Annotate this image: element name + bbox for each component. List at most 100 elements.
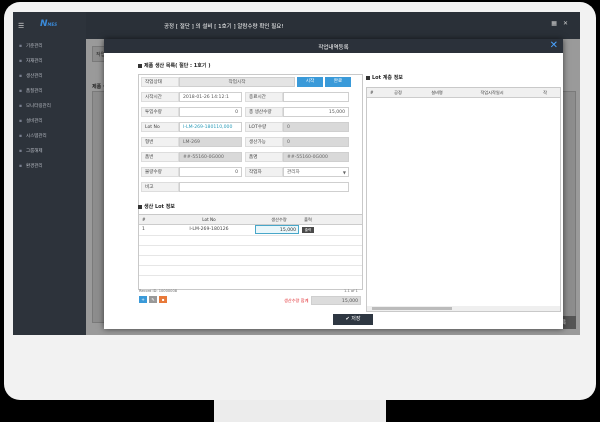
section-marker-icon bbox=[366, 75, 370, 80]
scroll-thumb[interactable] bbox=[372, 307, 452, 310]
sidebar-item-9[interactable]: ▪ 환경관리 bbox=[19, 163, 43, 169]
defect-field[interactable]: 0 bbox=[179, 167, 242, 177]
modal-title: 작업내역등록 bbox=[318, 45, 349, 51]
modal-header: 작업내역등록 ✕ bbox=[104, 39, 563, 53]
row-divider bbox=[139, 255, 362, 256]
col-equipment: 설비명 bbox=[431, 90, 443, 95]
menu-item-icon: ▪ bbox=[19, 59, 23, 64]
product-form: 작업상태 작업시작 시작 완료 시작시간 2018-01-26 14:12:1 … bbox=[138, 74, 363, 224]
start-time-field[interactable]: 2018-01-26 14:12:1 bbox=[179, 92, 242, 102]
worker-label: 작업자 bbox=[245, 167, 283, 177]
producible-label: 생산가능 bbox=[245, 137, 283, 147]
start-time-label: 시작시간 bbox=[141, 92, 179, 102]
edit-icon[interactable]: ✎ bbox=[149, 296, 157, 303]
item2-label: 품명 bbox=[245, 152, 283, 162]
producible-field: 0 bbox=[283, 137, 349, 147]
total-qty-field[interactable]: 15,000 bbox=[283, 107, 349, 117]
col-more: 작 bbox=[543, 90, 547, 95]
status-label: 작업상태 bbox=[141, 77, 179, 87]
chevron-down-icon: ▼ bbox=[342, 170, 346, 175]
right-table-header: # 공정 설비명 작업시작일시 작 bbox=[367, 88, 560, 98]
close-icon[interactable]: ✕ bbox=[563, 20, 574, 27]
menu-item-icon: ▪ bbox=[19, 134, 23, 139]
col-process: 공정 bbox=[394, 90, 402, 95]
col-no: # bbox=[142, 217, 146, 222]
section-lot-title: 생산 Lot 정보 bbox=[138, 203, 175, 210]
menu-item-icon: ▪ bbox=[19, 89, 23, 94]
menu-icon[interactable]: ☰ bbox=[18, 22, 24, 30]
horizontal-scrollbar[interactable] bbox=[367, 306, 560, 311]
sidebar-item-7[interactable]: ▪ 시스템관리 bbox=[19, 133, 47, 139]
sidebar-item-6[interactable]: ▪ 설비관리 bbox=[19, 118, 43, 124]
item-field: ##-55160-0G000 bbox=[179, 152, 242, 162]
record-id: Record ID: 10000008 bbox=[139, 289, 178, 293]
section-product-title: 제품 생산 목록( 절단 : 1호기 ) bbox=[138, 62, 211, 69]
top-icons: ▦✕ bbox=[551, 20, 574, 27]
sidebar-item-1[interactable]: ▪ 기준관리 bbox=[19, 43, 43, 49]
sidebar-item-8[interactable]: ▪ 그룹해제 bbox=[19, 148, 43, 154]
print-button[interactable]: 출력 bbox=[302, 227, 314, 233]
note-label: 비고 bbox=[141, 182, 179, 192]
menu-item-icon: ▪ bbox=[19, 149, 23, 154]
total-qty-label: 총 생산수량 bbox=[245, 107, 283, 117]
row-divider bbox=[139, 275, 362, 276]
screen: ☰ NMES ▪ 기준관리 ▪ 자재관리 ▪ 생산관리 ▪ 품질관리 ▪ 모니터링관리 ▪… bbox=[13, 12, 580, 335]
col-start-datetime: 작업시작일시 bbox=[480, 90, 504, 95]
row-divider bbox=[139, 235, 362, 236]
model-field: LM-269 bbox=[179, 137, 242, 147]
lot-qty-label: LOT수량 bbox=[245, 122, 283, 132]
sidebar-item-3[interactable]: ▪ 생산관리 bbox=[19, 73, 43, 79]
menu-item-icon: ▪ bbox=[19, 119, 23, 124]
save-button[interactable]: ✔ 저장 bbox=[333, 314, 373, 325]
end-time-field[interactable] bbox=[283, 92, 349, 102]
lot-table-header: # Lot No 생산수량 출력 bbox=[139, 215, 362, 225]
worker-value: 관리자 bbox=[287, 170, 300, 175]
input-qty-label: 투입수량 bbox=[141, 107, 179, 117]
add-icon[interactable]: + bbox=[139, 296, 147, 303]
paging-info: 1-1 of 1 bbox=[344, 289, 358, 293]
start-button[interactable]: 시작 bbox=[297, 77, 323, 87]
input-qty-field[interactable]: 0 bbox=[179, 107, 242, 117]
sidebar-item-5[interactable]: ▪ 모니터링관리 bbox=[19, 103, 51, 109]
section-marker-icon bbox=[138, 63, 142, 68]
model-label: 형번 bbox=[141, 137, 179, 147]
delete-icon[interactable]: ▪ bbox=[159, 296, 167, 303]
status-field: 작업시작 bbox=[179, 77, 295, 87]
monitor-stand bbox=[214, 400, 386, 422]
close-icon[interactable]: ✕ bbox=[550, 40, 558, 52]
sidebar-item-2[interactable]: ▪ 자재관리 bbox=[19, 58, 43, 64]
lotno-field[interactable]: I-LM-269-180110,000 bbox=[179, 122, 242, 132]
lot-table: # Lot No 생산수량 출력 1 I-LM-269-180126 15,00… bbox=[138, 214, 363, 290]
defect-label: 불량수량 bbox=[141, 167, 179, 177]
worker-select[interactable]: 관리자 ▼ bbox=[283, 167, 349, 177]
note-field[interactable] bbox=[179, 182, 349, 192]
sidebar-item-4[interactable]: ▪ 품질관리 bbox=[19, 88, 43, 94]
complete-button[interactable]: 완료 bbox=[325, 77, 351, 87]
lot-hierarchy-table: # 공정 설비명 작업시작일시 작 bbox=[366, 87, 561, 312]
lot-qty-field: 0 bbox=[283, 122, 349, 132]
app-logo: NMES bbox=[40, 19, 58, 29]
lot-row-qty[interactable]: 15,000 bbox=[255, 225, 299, 234]
section-right-title: Lot 계층 정보 bbox=[366, 74, 403, 81]
top-bar: 공정 [ 절단 ] 의 설비 [ 1호기 ] 알람수량 확인 필요! ▦✕ bbox=[86, 12, 580, 39]
menu-item-icon: ▪ bbox=[19, 164, 23, 169]
production-total-field: 15,000 bbox=[311, 296, 361, 305]
col-print: 출력 bbox=[304, 217, 312, 222]
row-divider bbox=[139, 265, 362, 266]
item2-field: ##-55160-0G000 bbox=[283, 152, 349, 162]
col-qty: 생산수량 bbox=[271, 217, 287, 222]
menu-item-icon: ▪ bbox=[19, 74, 23, 79]
item-label: 품번 bbox=[141, 152, 179, 162]
col-lotno: Lot No bbox=[202, 217, 216, 222]
work-register-modal: 작업내역등록 ✕ 제품 생산 목록( 절단 : 1호기 ) 작업상태 작업시작 … bbox=[104, 39, 563, 329]
lot-row-lotno: I-LM-269-180126 bbox=[189, 227, 229, 232]
lot-row-no: 1 bbox=[142, 227, 145, 232]
alarm-message: 공정 [ 절단 ] 의 설비 [ 1호기 ] 알람수량 확인 필요! bbox=[164, 24, 284, 30]
sidebar: ☰ NMES ▪ 기준관리 ▪ 자재관리 ▪ 생산관리 ▪ 품질관리 ▪ 모니터링관리 ▪… bbox=[13, 12, 86, 335]
lotno-label: Lot No bbox=[141, 122, 179, 132]
col-no: # bbox=[370, 90, 374, 95]
menu-item-icon: ▪ bbox=[19, 104, 23, 109]
row-divider bbox=[139, 245, 362, 246]
grid-icon[interactable]: ▦ bbox=[551, 20, 563, 27]
production-total-label: 생산수량 합계 bbox=[284, 298, 309, 303]
